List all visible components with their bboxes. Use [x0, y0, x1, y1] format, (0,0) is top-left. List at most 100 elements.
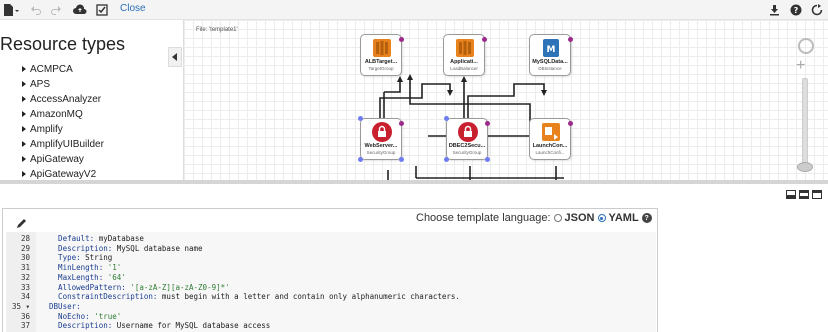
resource-type-item[interactable]: AccessAnalyzer [22, 92, 104, 107]
node-dbec2-security-group[interactable]: DBEC2Secu... SecurityGroup [444, 116, 490, 162]
node-webserver-security-group[interactable]: WebServer... SecurityGroup [358, 116, 404, 162]
node-type: LoadBalancer [450, 66, 478, 71]
undo-icon[interactable] [30, 3, 42, 17]
resource-types-title: Resource types [0, 34, 126, 54]
pan-control-icon[interactable] [798, 38, 814, 54]
zoom-slider-track[interactable] [802, 78, 808, 170]
node-name: LaunchCon... [532, 143, 568, 149]
node-load-balancer[interactable]: Applicati... LoadBalancer [443, 34, 487, 76]
line-text: Description: MySQL database name [40, 243, 203, 253]
layout-split-icon[interactable] [799, 190, 809, 199]
line-text: DBUser: [40, 301, 81, 311]
connector-dot[interactable] [485, 157, 490, 162]
connector-dot[interactable] [399, 37, 404, 42]
line-number: 28 [20, 234, 30, 243]
yaml-radio[interactable] [597, 214, 606, 222]
security-group-icon [458, 122, 478, 142]
line-number: 37 [20, 321, 30, 331]
cloud-upload-icon[interactable] [73, 3, 87, 17]
security-group-icon [372, 122, 392, 142]
redo-icon[interactable] [50, 3, 62, 17]
connector-dot[interactable] [444, 157, 449, 162]
expand-icon [22, 171, 26, 178]
layout-bottom-icon[interactable] [786, 190, 796, 199]
connector-dot[interactable] [358, 116, 363, 121]
elb-icon [456, 39, 474, 57]
line-text: AllowedPattern: '[a-zA-Z][a-zA-Z0-9]*' [40, 282, 230, 292]
close-button[interactable]: Close [120, 3, 146, 14]
svg-text:?: ? [794, 6, 799, 15]
resource-type-item[interactable]: AmazonMQ [22, 107, 104, 122]
connector-dot[interactable] [485, 121, 490, 126]
line-number: 29 [20, 243, 30, 253]
layout-toggle-group [786, 190, 822, 199]
download-icon[interactable] [769, 3, 780, 17]
node-name: ALBTarget... [364, 59, 398, 65]
node-type: TargetGroup [368, 66, 394, 71]
node-launch-configuration[interactable]: LaunchCon... LaunchConfi... [529, 118, 573, 160]
line-number: 33 [20, 282, 30, 292]
expand-icon [22, 111, 26, 118]
connector-dot[interactable] [568, 121, 573, 126]
launch-config-icon [542, 123, 560, 141]
connector-dot[interactable] [399, 121, 404, 126]
template-editor-panel: Choose template language: JSON YAML ? 28… [0, 184, 828, 332]
expand-icon [22, 81, 26, 88]
connector-dot[interactable] [482, 37, 487, 42]
json-label[interactable]: JSON [565, 212, 595, 224]
node-db-instance[interactable]: M MySQLData... DBInstance [529, 34, 573, 76]
connector-dot[interactable] [399, 157, 404, 162]
template-language-selector: Choose template language: JSON YAML ? [416, 212, 652, 224]
connection-lines [379, 74, 564, 180]
connector-dot[interactable] [568, 37, 573, 42]
elb-icon [373, 39, 391, 57]
line-number: 32 [20, 272, 30, 282]
line-number: 35 ▾ [11, 301, 30, 311]
validate-icon[interactable] [96, 3, 108, 17]
language-prompt: Choose template language: [416, 212, 551, 224]
zoom-slider-handle[interactable] [797, 162, 813, 172]
node-name: MySQLData... [532, 59, 568, 65]
collapse-panel-button[interactable] [168, 47, 182, 67]
resource-type-item[interactable]: Amplify [22, 122, 104, 137]
node-type: SecurityGroup [366, 150, 396, 155]
expand-icon [22, 141, 26, 148]
help-icon[interactable]: ? [790, 3, 802, 17]
node-type: SecurityGroup [452, 150, 482, 155]
designer-canvas[interactable]: File: 'template1' ALBTarget... TargetGro… [184, 20, 828, 180]
document-icon[interactable] [3, 3, 19, 17]
resource-type-item[interactable]: ApiGateway [22, 152, 104, 167]
node-name: WebServer... [364, 143, 398, 149]
resource-type-item[interactable]: APS [22, 77, 104, 92]
refresh-icon[interactable] [811, 3, 823, 17]
line-text: MinLength: '1' [40, 263, 122, 273]
connector-dot[interactable] [444, 116, 449, 121]
expand-icon [22, 66, 26, 73]
line-number: 30 [20, 253, 30, 263]
line-text: MaxLength: '64' [40, 272, 126, 282]
zoom-in-icon[interactable]: + [796, 58, 805, 74]
resource-type-item[interactable]: AmplifyUIBuilder [22, 137, 104, 152]
code-editor[interactable]: 28 Default: myDatabase 29 Description: My… [6, 232, 656, 332]
help-icon[interactable]: ? [641, 213, 652, 223]
line-text: Default: myDatabase [40, 234, 144, 243]
json-radio[interactable] [553, 214, 562, 222]
resource-type-item[interactable]: ApiGatewayV2 [22, 167, 104, 180]
chevron-left-icon [172, 53, 177, 61]
line-text: ConstraintDescription: must begin with a… [40, 292, 460, 302]
node-alb-target-group[interactable]: ALBTarget... TargetGroup [360, 34, 404, 76]
line-text: NoEcho: 'true' [40, 311, 122, 321]
node-type: LaunchConfi... [535, 150, 565, 155]
rds-icon: M [543, 39, 559, 57]
expand-icon [22, 156, 26, 163]
resource-type-item[interactable]: ACMPCA [22, 62, 104, 77]
line-number: 34 [20, 292, 30, 302]
line-text: Description: Username for MySQL database… [40, 321, 271, 331]
layout-full-icon[interactable] [812, 190, 822, 199]
resource-types-list: ACMPCA APS AccessAnalyzer AmazonMQ Ampli… [22, 62, 104, 180]
node-type: DBInstance [538, 66, 562, 71]
node-name: DBEC2Secu... [448, 143, 486, 149]
yaml-label[interactable]: YAML [609, 212, 639, 224]
toolbar: Close ? [0, 0, 828, 20]
connector-dot[interactable] [358, 157, 363, 162]
